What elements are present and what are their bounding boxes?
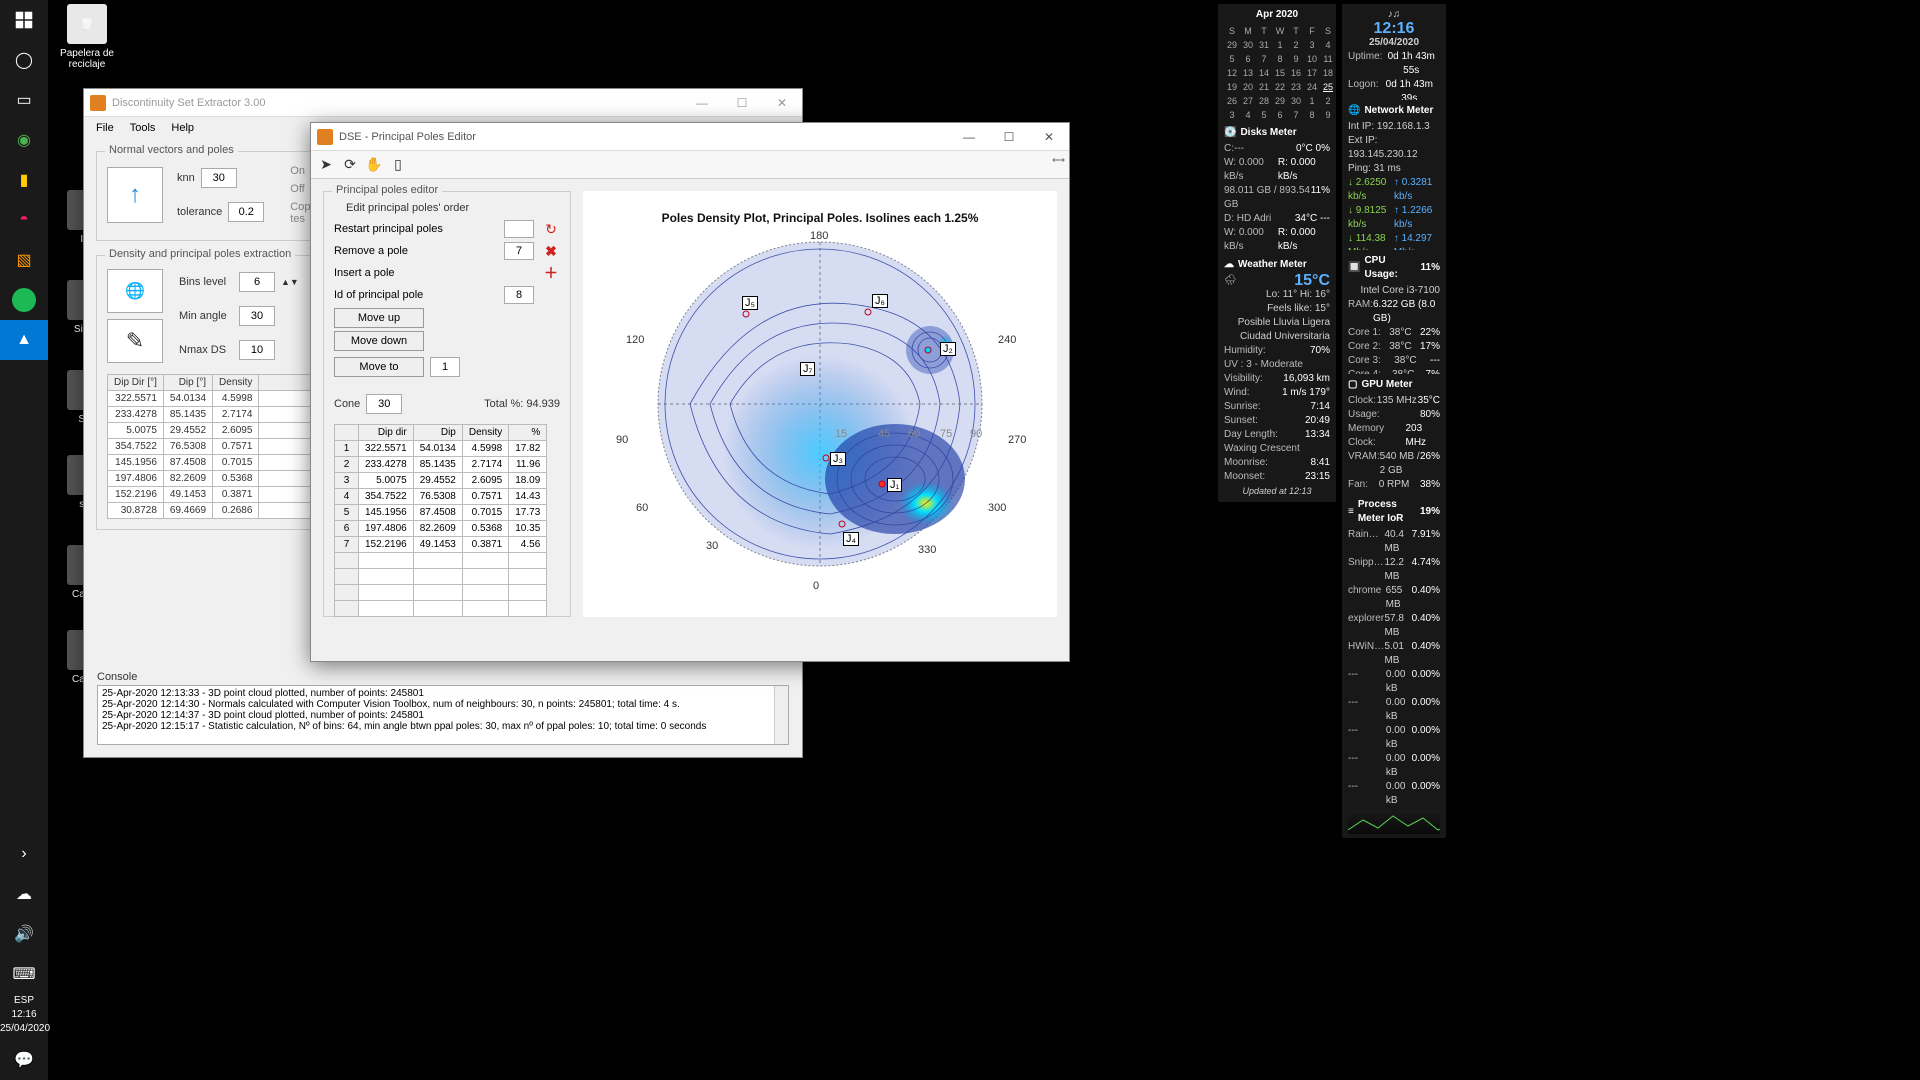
- pointer-icon[interactable]: ➤: [317, 156, 335, 174]
- restart-input[interactable]: [504, 220, 534, 238]
- clock-date[interactable]: 25/04/2020: [0, 1022, 48, 1036]
- console[interactable]: 25-Apr-2020 12:13:33 - 3D point cloud pl…: [97, 685, 789, 745]
- remove-input[interactable]: [504, 242, 534, 260]
- minangle-input[interactable]: [239, 306, 275, 326]
- moveto-button[interactable]: Move to: [334, 357, 424, 377]
- table-row[interactable]: 5.007529.45522.6095: [108, 423, 319, 439]
- table-row[interactable]: 322.557154.01344.5998: [108, 391, 319, 407]
- knn-input[interactable]: [201, 168, 237, 188]
- lang-indicator[interactable]: ESP: [0, 994, 48, 1008]
- bins-input[interactable]: [239, 272, 275, 292]
- total-label: Total %: 94.939: [484, 398, 560, 410]
- app-icon-1[interactable]: ◓: [0, 200, 48, 240]
- table-row[interactable]: 5145.195687.45080.701517.73: [335, 505, 547, 521]
- clock-time[interactable]: 12:16: [0, 1008, 48, 1022]
- cortana-icon[interactable]: ◯: [0, 40, 48, 80]
- table-row[interactable]: 30.872869.46690.2686: [108, 503, 319, 519]
- titlebar[interactable]: DSE - Principal Poles Editor — ☐ ✕: [311, 123, 1069, 151]
- principal-poles-window: DSE - Principal Poles Editor — ☐ ✕ ➤ ⟳ ✋…: [310, 122, 1070, 662]
- scrollbar[interactable]: [774, 686, 788, 744]
- moveup-button[interactable]: Move up: [334, 308, 424, 328]
- calendar-widget[interactable]: Apr 2020 SMTWTFS 29303112345678910111213…: [1218, 4, 1336, 126]
- app-icon-2[interactable]: ▧: [0, 240, 48, 280]
- pole-j5-label: J₅: [742, 296, 758, 310]
- table-row[interactable]: 145.195687.45080.7015: [108, 455, 319, 471]
- table-row[interactable]: 197.480682.26090.5368: [108, 471, 319, 487]
- pole-j7-label: J₇: [800, 362, 815, 376]
- recycle-bin[interactable]: 🗑 Papelera de reciclaje: [55, 4, 119, 70]
- menu-file[interactable]: File: [90, 120, 120, 136]
- tolerance-input[interactable]: [228, 202, 264, 222]
- window-title: Discontinuity Set Extractor 3.00: [112, 97, 265, 109]
- maximize-button[interactable]: ☐: [989, 123, 1029, 151]
- matlab-icon[interactable]: ▲: [0, 320, 48, 360]
- sound-icon[interactable]: 🔊: [0, 914, 48, 954]
- pole-j2-label: J₂: [940, 342, 956, 356]
- table-row[interactable]: 2233.427885.14352.717411.96: [335, 457, 547, 473]
- principal-poles-table: Dip dir Dip Density % 1322.557154.01344.…: [334, 424, 547, 617]
- keyboard-icon[interactable]: ⌨: [0, 954, 48, 994]
- density-button-1[interactable]: 🌐: [107, 269, 163, 313]
- cone-input[interactable]: [366, 394, 402, 414]
- expand-handle[interactable]: ⟷: [1052, 155, 1065, 166]
- figure-toolbar: ➤ ⟳ ✋ ▯: [311, 151, 1069, 179]
- app-icon: [90, 95, 106, 111]
- app-icon: [317, 129, 333, 145]
- spotify-icon[interactable]: [12, 288, 36, 312]
- weather-widget[interactable]: ☁ Weather Meter 🌧15°C Lo: 11° Hi: 16°Fee…: [1218, 254, 1336, 502]
- minimize-button[interactable]: —: [682, 89, 722, 117]
- add-icon[interactable]: ＋: [542, 264, 560, 282]
- rect-icon[interactable]: ▯: [389, 156, 407, 174]
- menu-help[interactable]: Help: [165, 120, 200, 136]
- trash-icon: 🗑: [67, 4, 107, 44]
- table-row[interactable]: 233.427885.14352.7174: [108, 407, 319, 423]
- table-row[interactable]: 6197.480682.26090.536810.35: [335, 521, 547, 537]
- table-row[interactable]: 7152.219649.14530.38714.56: [335, 537, 547, 553]
- table-row[interactable]: 1322.557154.01344.599817.82: [335, 441, 547, 457]
- moveto-input[interactable]: [430, 357, 460, 377]
- close-button[interactable]: ✕: [762, 89, 802, 117]
- hand-icon[interactable]: ✋: [365, 156, 383, 174]
- taskbar: ◯ ▭ ◉ ▮ ◓ ▧ ▲ › ☁ 🔊 ⌨ ESP 12:16 25/04/20…: [0, 0, 48, 1080]
- pole-j3-label: J₃: [830, 452, 846, 466]
- table-row[interactable]: 35.007529.45522.609518.09: [335, 473, 547, 489]
- chevron-up-icon[interactable]: ›: [0, 834, 48, 874]
- arrow-tile-button[interactable]: ↑: [107, 167, 163, 223]
- maximize-button[interactable]: ☐: [722, 89, 762, 117]
- density-button-2[interactable]: ✎: [107, 319, 163, 363]
- process-widget[interactable]: ≡ Process Meter IoR 19% Rainmeter40.4 MB…: [1342, 494, 1446, 838]
- onedrive-icon[interactable]: ☁: [0, 874, 48, 914]
- remove-icon[interactable]: ✖: [542, 242, 560, 260]
- editor-group: Principal poles editor Edit principal po…: [323, 191, 571, 617]
- rotate-icon[interactable]: ⟳: [341, 156, 359, 174]
- notifications-icon[interactable]: 💬: [0, 1040, 48, 1080]
- pole-j4-label: J₄: [843, 532, 859, 546]
- chrome-icon[interactable]: ◉: [0, 120, 48, 160]
- close-button[interactable]: ✕: [1029, 123, 1069, 151]
- table-row[interactable]: 4354.752276.53080.757114.43: [335, 489, 547, 505]
- refresh-icon[interactable]: ↻: [542, 220, 560, 238]
- start-button[interactable]: [0, 0, 48, 40]
- table-row[interactable]: 354.752276.53080.7571: [108, 439, 319, 455]
- poles-table: Dip Dir [°] Dip [°] Density 322.557154.0…: [107, 374, 319, 519]
- explorer-icon[interactable]: ▮: [0, 160, 48, 200]
- taskview-icon[interactable]: ▭: [0, 80, 48, 120]
- pole-j1-label: J₁: [887, 478, 902, 492]
- table-row[interactable]: 152.219649.14530.3871: [108, 487, 319, 503]
- nmax-input[interactable]: [239, 340, 275, 360]
- window-title: DSE - Principal Poles Editor: [339, 131, 476, 143]
- pole-j6-label: J₆: [872, 294, 888, 308]
- menu-tools[interactable]: Tools: [124, 120, 162, 136]
- titlebar[interactable]: Discontinuity Set Extractor 3.00 — ☐ ✕: [84, 89, 802, 117]
- console-section: Console 25-Apr-2020 12:13:33 - 3D point …: [97, 671, 789, 745]
- density-plot[interactable]: Poles Density Plot, Principal Poles. Iso…: [583, 191, 1057, 617]
- movedown-button[interactable]: Move down: [334, 331, 424, 351]
- minimize-button[interactable]: —: [949, 123, 989, 151]
- id-input[interactable]: [504, 286, 534, 304]
